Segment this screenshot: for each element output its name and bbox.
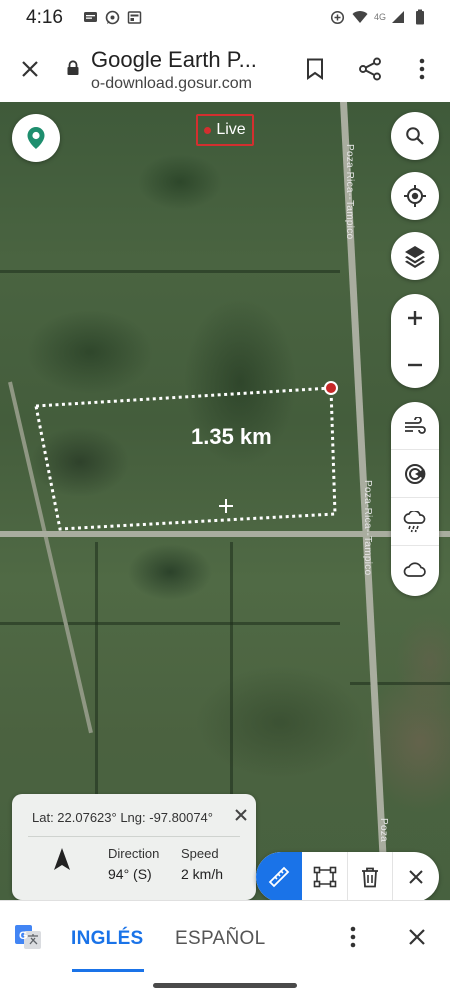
- translate-bar: G INGLÉS ESPAÑOL: [0, 900, 450, 972]
- layers-button[interactable]: [391, 232, 439, 280]
- status-time: 4:16: [26, 7, 63, 28]
- distance-label: 1.35 km: [191, 424, 272, 449]
- overflow-menu-button[interactable]: [410, 55, 434, 83]
- more-vert-icon: [419, 58, 425, 80]
- cloud-button[interactable]: [391, 546, 439, 594]
- zoom-in-button[interactable]: [391, 294, 439, 341]
- translate-options-button[interactable]: [343, 923, 363, 951]
- wind-button[interactable]: [391, 402, 439, 450]
- page-url[interactable]: o-download.gosur.com: [91, 75, 252, 93]
- system-nav-bar: [0, 972, 450, 1000]
- close-icon: [409, 929, 425, 945]
- measure-toolbar: [256, 852, 439, 900]
- live-dot-icon: [204, 126, 212, 134]
- radar-button[interactable]: [391, 450, 439, 498]
- live-button[interactable]: Live: [196, 114, 254, 146]
- measure-vertex-handle[interactable]: [324, 381, 338, 395]
- speed-label: Speed: [181, 846, 219, 861]
- crosshair-icon: [219, 499, 233, 513]
- heading-arrow-icon: [54, 848, 70, 870]
- wind-icon: [405, 416, 426, 434]
- share-icon: [359, 57, 381, 81]
- share-button[interactable]: [356, 55, 384, 83]
- close-icon: [409, 870, 423, 884]
- google-translate-icon[interactable]: G: [14, 923, 42, 951]
- divider: [28, 836, 240, 837]
- polygon-icon: [313, 866, 336, 888]
- zoom-controls: [391, 294, 439, 388]
- custom-tab-toolbar: Google Earth P... o-download.gosur.com: [0, 36, 450, 102]
- delete-button[interactable]: [347, 852, 393, 900]
- translate-close-button[interactable]: [403, 923, 431, 951]
- location-pin-icon: [27, 127, 45, 149]
- tab-source-language[interactable]: INGLÉS: [71, 928, 144, 950]
- network-type: 4G: [373, 12, 386, 22]
- weather-layers: [391, 402, 439, 596]
- whatsapp-icon: [104, 9, 120, 25]
- notification-icons: [82, 9, 142, 25]
- close-info-button[interactable]: [231, 805, 251, 825]
- wifi-icon: [352, 9, 368, 25]
- gesture-handle[interactable]: [153, 983, 297, 988]
- rain-icon: [403, 510, 426, 532]
- message-icon: [82, 9, 98, 25]
- location-info-panel: Lat: 22.07623° Lng: -97.80074° Direction…: [12, 794, 256, 900]
- trash-icon: [361, 867, 378, 888]
- polygon-button[interactable]: [302, 852, 348, 900]
- radar-icon: [405, 463, 426, 484]
- search-button[interactable]: [391, 112, 439, 160]
- direction-label: Direction: [108, 846, 160, 861]
- news-icon: [126, 9, 142, 25]
- cloud-icon: [403, 562, 426, 577]
- zoom-out-button[interactable]: [391, 341, 439, 388]
- coordinates-readout: Lat: 22.07623° Lng: -97.80074°: [32, 810, 213, 825]
- live-label: Live: [216, 121, 246, 138]
- speed-value: 2 km/h: [181, 866, 224, 882]
- system-icons: 4G: [330, 9, 428, 25]
- close-icon: [235, 809, 247, 821]
- lock-icon: [66, 60, 80, 76]
- more-vert-icon: [350, 926, 356, 948]
- svg-text:G: G: [19, 930, 28, 942]
- bookmark-button[interactable]: [302, 55, 328, 83]
- app-logo-button[interactable]: [12, 114, 60, 162]
- bookmark-icon: [307, 58, 323, 80]
- page-title: Google Earth P...: [91, 47, 257, 72]
- layers-icon: [405, 246, 425, 268]
- signal-icon: [390, 9, 406, 25]
- search-icon: [406, 127, 424, 145]
- close-icon: [22, 61, 38, 77]
- status-bar: 4:16 4G: [0, 0, 450, 36]
- my-location-button[interactable]: [391, 172, 439, 220]
- tab-target-language[interactable]: ESPAÑOL: [175, 928, 265, 950]
- direction-value: 94° (S): [108, 866, 152, 882]
- zoom-in-icon: [408, 310, 422, 325]
- rain-button[interactable]: [391, 498, 439, 546]
- my-location-icon: [404, 185, 426, 207]
- close-tab-button[interactable]: [16, 55, 44, 83]
- zoom-out-icon: [408, 363, 422, 366]
- close-measure-button[interactable]: [393, 852, 439, 900]
- ruler-button[interactable]: [256, 852, 302, 900]
- ruler-icon: [268, 866, 290, 888]
- data-saver-icon: [330, 9, 346, 25]
- battery-icon: [412, 9, 428, 25]
- satellite-map[interactable]: Poza-Rica--Tampico Poza-Rica--Tampico Po…: [0, 102, 450, 900]
